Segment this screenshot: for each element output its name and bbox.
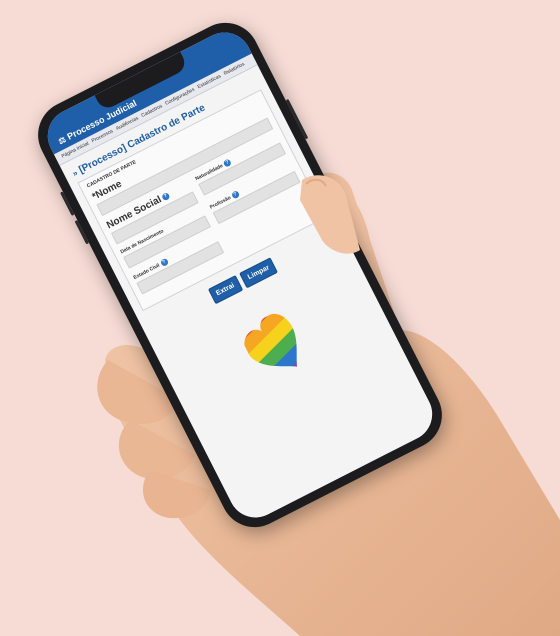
help-icon[interactable]: ? <box>161 191 171 202</box>
limpar-button[interactable]: Limpar <box>239 257 279 289</box>
extrair-button[interactable]: Extrai <box>207 275 244 305</box>
rainbow-heart-icon <box>237 307 316 385</box>
scales-icon: ⚖ <box>56 134 68 147</box>
